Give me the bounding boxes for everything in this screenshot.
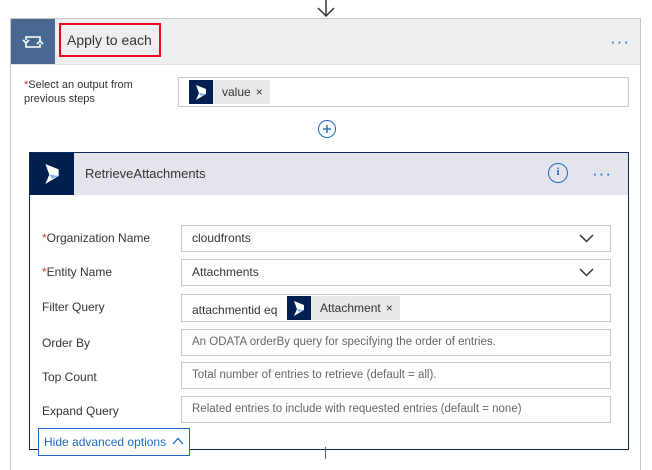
apply-to-each-card: Apply to each ··· *Select an output from… bbox=[10, 18, 641, 470]
expand-query-input[interactable]: Related entries to include with requeste… bbox=[181, 396, 611, 423]
expand-query-label: Expand Query bbox=[42, 404, 119, 418]
close-icon[interactable]: × bbox=[256, 85, 270, 99]
entity-name-dropdown[interactable]: Attachments bbox=[181, 259, 611, 286]
select-output-label-text: Select an output from previous steps bbox=[24, 79, 133, 105]
filter-query-label: Filter Query bbox=[42, 300, 105, 314]
token-label: Attachment bbox=[320, 300, 381, 315]
loop-icon bbox=[11, 19, 55, 64]
token-label: value bbox=[222, 85, 251, 99]
entity-name-label: *Entity Name bbox=[42, 265, 112, 279]
add-icon[interactable] bbox=[318, 120, 336, 138]
action-title[interactable]: RetrieveAttachments bbox=[85, 166, 206, 181]
more-options-icon[interactable]: ··· bbox=[592, 165, 612, 182]
organization-name-label-text: Organization Name bbox=[46, 231, 151, 245]
close-icon[interactable]: × bbox=[386, 296, 400, 321]
filter-query-field[interactable]: attachmentid eq Attachment × bbox=[181, 294, 611, 322]
chevron-up-icon bbox=[172, 437, 184, 445]
dynamic-content-token[interactable]: value × bbox=[189, 80, 270, 104]
arrow-down-icon bbox=[317, 0, 335, 18]
top-count-label: Top Count bbox=[42, 370, 97, 384]
connector-line bbox=[325, 447, 326, 459]
select-output-field[interactable]: value × bbox=[178, 77, 629, 107]
attachment-token[interactable]: Attachment × bbox=[287, 296, 400, 320]
apply-to-each-header[interactable]: Apply to each ··· bbox=[11, 19, 640, 65]
organization-name-dropdown[interactable]: cloudfronts bbox=[181, 225, 611, 252]
retrieve-attachments-card: RetrieveAttachments i ··· *Organization … bbox=[29, 152, 629, 456]
hide-advanced-options-button[interactable]: Hide advanced options bbox=[38, 428, 191, 456]
apply-to-each-title[interactable]: Apply to each bbox=[59, 23, 161, 57]
hide-advanced-options-label: Hide advanced options bbox=[44, 435, 167, 449]
more-options-icon[interactable]: ··· bbox=[610, 33, 630, 50]
dynamics-365-icon bbox=[287, 296, 311, 320]
filter-query-prefix: attachmentid eq bbox=[192, 303, 278, 317]
entity-name-value: Attachments bbox=[192, 265, 259, 279]
order-by-input[interactable]: An ODATA orderBy query for specifying th… bbox=[181, 329, 611, 356]
dynamics-365-icon bbox=[30, 153, 74, 195]
retrieve-attachments-header[interactable]: RetrieveAttachments i ··· bbox=[30, 153, 628, 195]
chevron-down-icon bbox=[579, 268, 594, 277]
order-by-label: Order By bbox=[42, 336, 91, 350]
organization-name-value: cloudfronts bbox=[192, 231, 251, 245]
select-output-label: *Select an output from previous steps bbox=[24, 78, 174, 106]
entity-name-label-text: Entity Name bbox=[46, 265, 113, 279]
top-count-input[interactable]: Total number of entries to retrieve (def… bbox=[181, 362, 611, 389]
dynamics-365-icon bbox=[189, 80, 213, 104]
info-icon[interactable]: i bbox=[548, 163, 568, 183]
chevron-down-icon bbox=[579, 234, 594, 243]
organization-name-label: *Organization Name bbox=[42, 231, 150, 245]
